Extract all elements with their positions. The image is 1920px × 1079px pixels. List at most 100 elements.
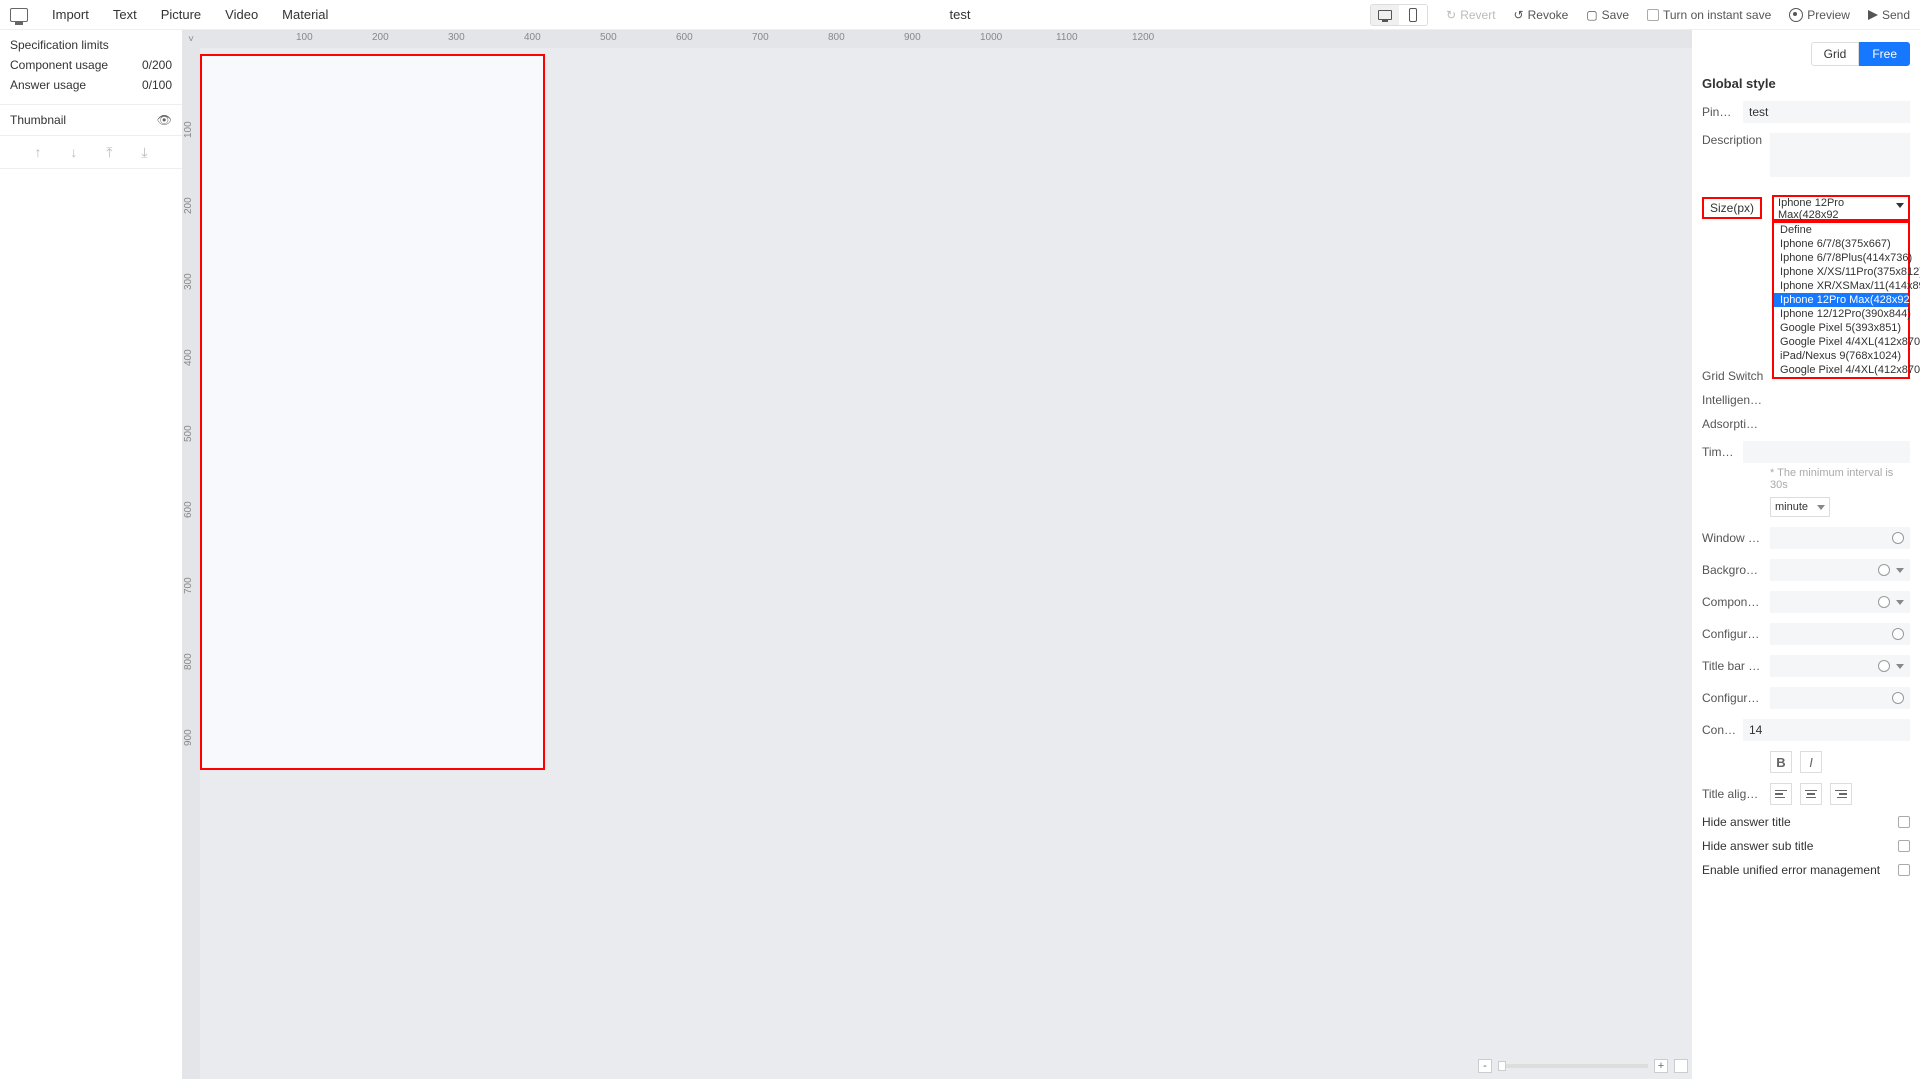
grid-switch-label: Grid Switch <box>1702 369 1764 383</box>
unified-error-checkbox[interactable] <box>1898 864 1910 876</box>
zoom-handle[interactable] <box>1498 1061 1506 1071</box>
component-label: Component... <box>1702 595 1764 609</box>
size-option[interactable]: Iphone 6/7/8Plus(414x736) <box>1774 251 1908 265</box>
spec-section: Specification limits Component usage0/20… <box>0 30 182 104</box>
send-button[interactable]: Send <box>1868 8 1910 22</box>
horizontal-ruler[interactable]: 100200300400500600700800900100011001200 <box>200 30 1692 48</box>
revert-button[interactable]: ↻Revert <box>1446 8 1495 22</box>
size-option[interactable]: iPad/Nexus 9(768x1024) <box>1774 349 1908 363</box>
refresh-unit-value: minute <box>1775 501 1808 513</box>
size-select-value: Iphone 12Pro Max(428x92 <box>1778 197 1844 221</box>
zoom-slider[interactable] <box>1498 1064 1648 1068</box>
description-input[interactable] <box>1770 133 1910 177</box>
preview-label: Preview <box>1807 8 1850 22</box>
menu-material[interactable]: Material <box>282 7 328 22</box>
refresh-unit-select[interactable]: minute <box>1770 497 1830 517</box>
chevron-down-icon <box>1817 505 1825 510</box>
title-align-label: Title alignm... <box>1702 787 1764 801</box>
size-option[interactable]: Iphone 6/7/8(375x667) <box>1774 237 1908 251</box>
title-bar-bg-row: Title bar ba... <box>1702 655 1910 677</box>
top-right-tools: ↻Revert ↺Revoke ▢Save Turn on instant sa… <box>1370 4 1910 26</box>
color-swatch[interactable] <box>1892 532 1904 544</box>
save-label: Save <box>1602 8 1629 22</box>
font-size-input[interactable] <box>1743 719 1910 741</box>
title-align-row: Title alignm... <box>1702 783 1910 805</box>
vertical-ruler[interactable]: 100200300400500600700800900 <box>182 48 200 1079</box>
hide-answer-title-label: Hide answer title <box>1702 815 1791 829</box>
size-option[interactable]: Google Pixel 4/4XL(412x870) <box>1774 363 1908 377</box>
size-option[interactable]: Define <box>1774 223 1908 237</box>
size-option[interactable]: Iphone 12Pro Max(428x926) <box>1774 293 1908 307</box>
size-select[interactable]: Iphone 12Pro Max(428x92 <box>1774 197 1908 219</box>
revert-label: Revert <box>1460 8 1495 22</box>
move-bottom-icon[interactable]: ⤓ <box>141 144 147 161</box>
revoke-button[interactable]: ↺Revoke <box>1514 8 1569 22</box>
bold-button[interactable]: B <box>1770 751 1792 773</box>
comp-usage-label: Component usage <box>10 58 108 72</box>
send-icon <box>1868 10 1878 20</box>
device-desktop-button[interactable] <box>1371 5 1399 25</box>
italic-button[interactable]: I <box>1800 751 1822 773</box>
size-option[interactable]: Google Pixel 5(393x851) <box>1774 321 1908 335</box>
top-menu: Import Text Picture Video Material <box>10 7 328 22</box>
fit-screen-button[interactable] <box>1674 1059 1688 1073</box>
move-up-icon[interactable]: ↑ <box>34 144 41 160</box>
color-swatch[interactable] <box>1878 564 1890 576</box>
window-color-label: Window col... <box>1702 531 1764 545</box>
timed-refresh-input[interactable] <box>1743 441 1910 463</box>
artboard[interactable] <box>200 54 545 770</box>
align-right-button[interactable] <box>1830 783 1852 805</box>
menu-video[interactable]: Video <box>225 7 258 22</box>
color-swatch[interactable] <box>1892 628 1904 640</box>
hide-answer-title-checkbox[interactable] <box>1898 816 1910 828</box>
tab-grid[interactable]: Grid <box>1811 42 1860 66</box>
zoom-out-button[interactable]: - <box>1478 1059 1492 1073</box>
menu-text[interactable]: Text <box>113 7 137 22</box>
visibility-icon[interactable]: 👁 <box>157 113 172 127</box>
device-mobile-button[interactable] <box>1399 5 1427 25</box>
align-center-button[interactable] <box>1800 783 1822 805</box>
page-title: test <box>950 7 971 22</box>
move-top-icon[interactable]: ⤒ <box>106 144 112 161</box>
hide-answer-sub-label: Hide answer sub title <box>1702 839 1813 853</box>
size-option[interactable]: Iphone X/XS/11Pro(375x812) <box>1774 265 1908 279</box>
preview-button[interactable]: Preview <box>1789 8 1850 22</box>
menu-picture[interactable]: Picture <box>161 7 201 22</box>
menu-import[interactable]: Import <box>52 7 89 22</box>
background-label: Background <box>1702 563 1764 577</box>
zoom-in-button[interactable]: + <box>1654 1059 1668 1073</box>
size-label: Size(px) <box>1702 197 1762 219</box>
instant-save-toggle[interactable]: Turn on instant save <box>1647 8 1771 22</box>
save-button[interactable]: ▢Save <box>1586 8 1629 22</box>
tab-free[interactable]: Free <box>1859 42 1910 66</box>
component-row: Component... <box>1702 591 1910 613</box>
pinboard-name-input[interactable] <box>1743 101 1910 123</box>
size-option[interactable]: Iphone 12/12Pro(390x844) <box>1774 307 1908 321</box>
chevron-down-icon <box>1896 203 1904 208</box>
size-option[interactable]: Iphone XR/XSMax/11(414x896) <box>1774 279 1908 293</box>
canvas-content[interactable] <box>200 48 1692 1079</box>
send-label: Send <box>1882 8 1910 22</box>
canvas-area: ˅ 10020030040050060070080090010001100120… <box>182 30 1692 1079</box>
size-option[interactable]: Google Pixel 4/4XL(412x870) <box>1774 335 1908 349</box>
hide-answer-sub-checkbox[interactable] <box>1898 840 1910 852</box>
color-swatch[interactable] <box>1878 660 1890 672</box>
configure-t1-row: Configure t... <box>1702 623 1910 645</box>
color-swatch[interactable] <box>1892 692 1904 704</box>
description-label: Description <box>1702 133 1764 147</box>
background-row: Background <box>1702 559 1910 581</box>
spec-title: Specification limits <box>10 38 109 52</box>
pinboard-name-label: Pinboard n... <box>1702 105 1737 119</box>
move-down-icon[interactable]: ↓ <box>70 144 77 160</box>
ruler-corner[interactable]: ˅ <box>182 30 200 48</box>
app-logo-icon[interactable] <box>10 8 28 22</box>
align-buttons <box>1770 783 1852 805</box>
align-left-button[interactable] <box>1770 783 1792 805</box>
color-swatch[interactable] <box>1878 596 1890 608</box>
answer-usage-row: Answer usage0/100 <box>10 78 172 92</box>
ans-usage-label: Answer usage <box>10 78 86 92</box>
device-toggle <box>1370 4 1428 26</box>
pinboard-name-row: Pinboard n... <box>1702 101 1910 123</box>
timed-refresh-row: Timed refre... <box>1702 441 1910 463</box>
revoke-label: Revoke <box>1528 8 1569 22</box>
